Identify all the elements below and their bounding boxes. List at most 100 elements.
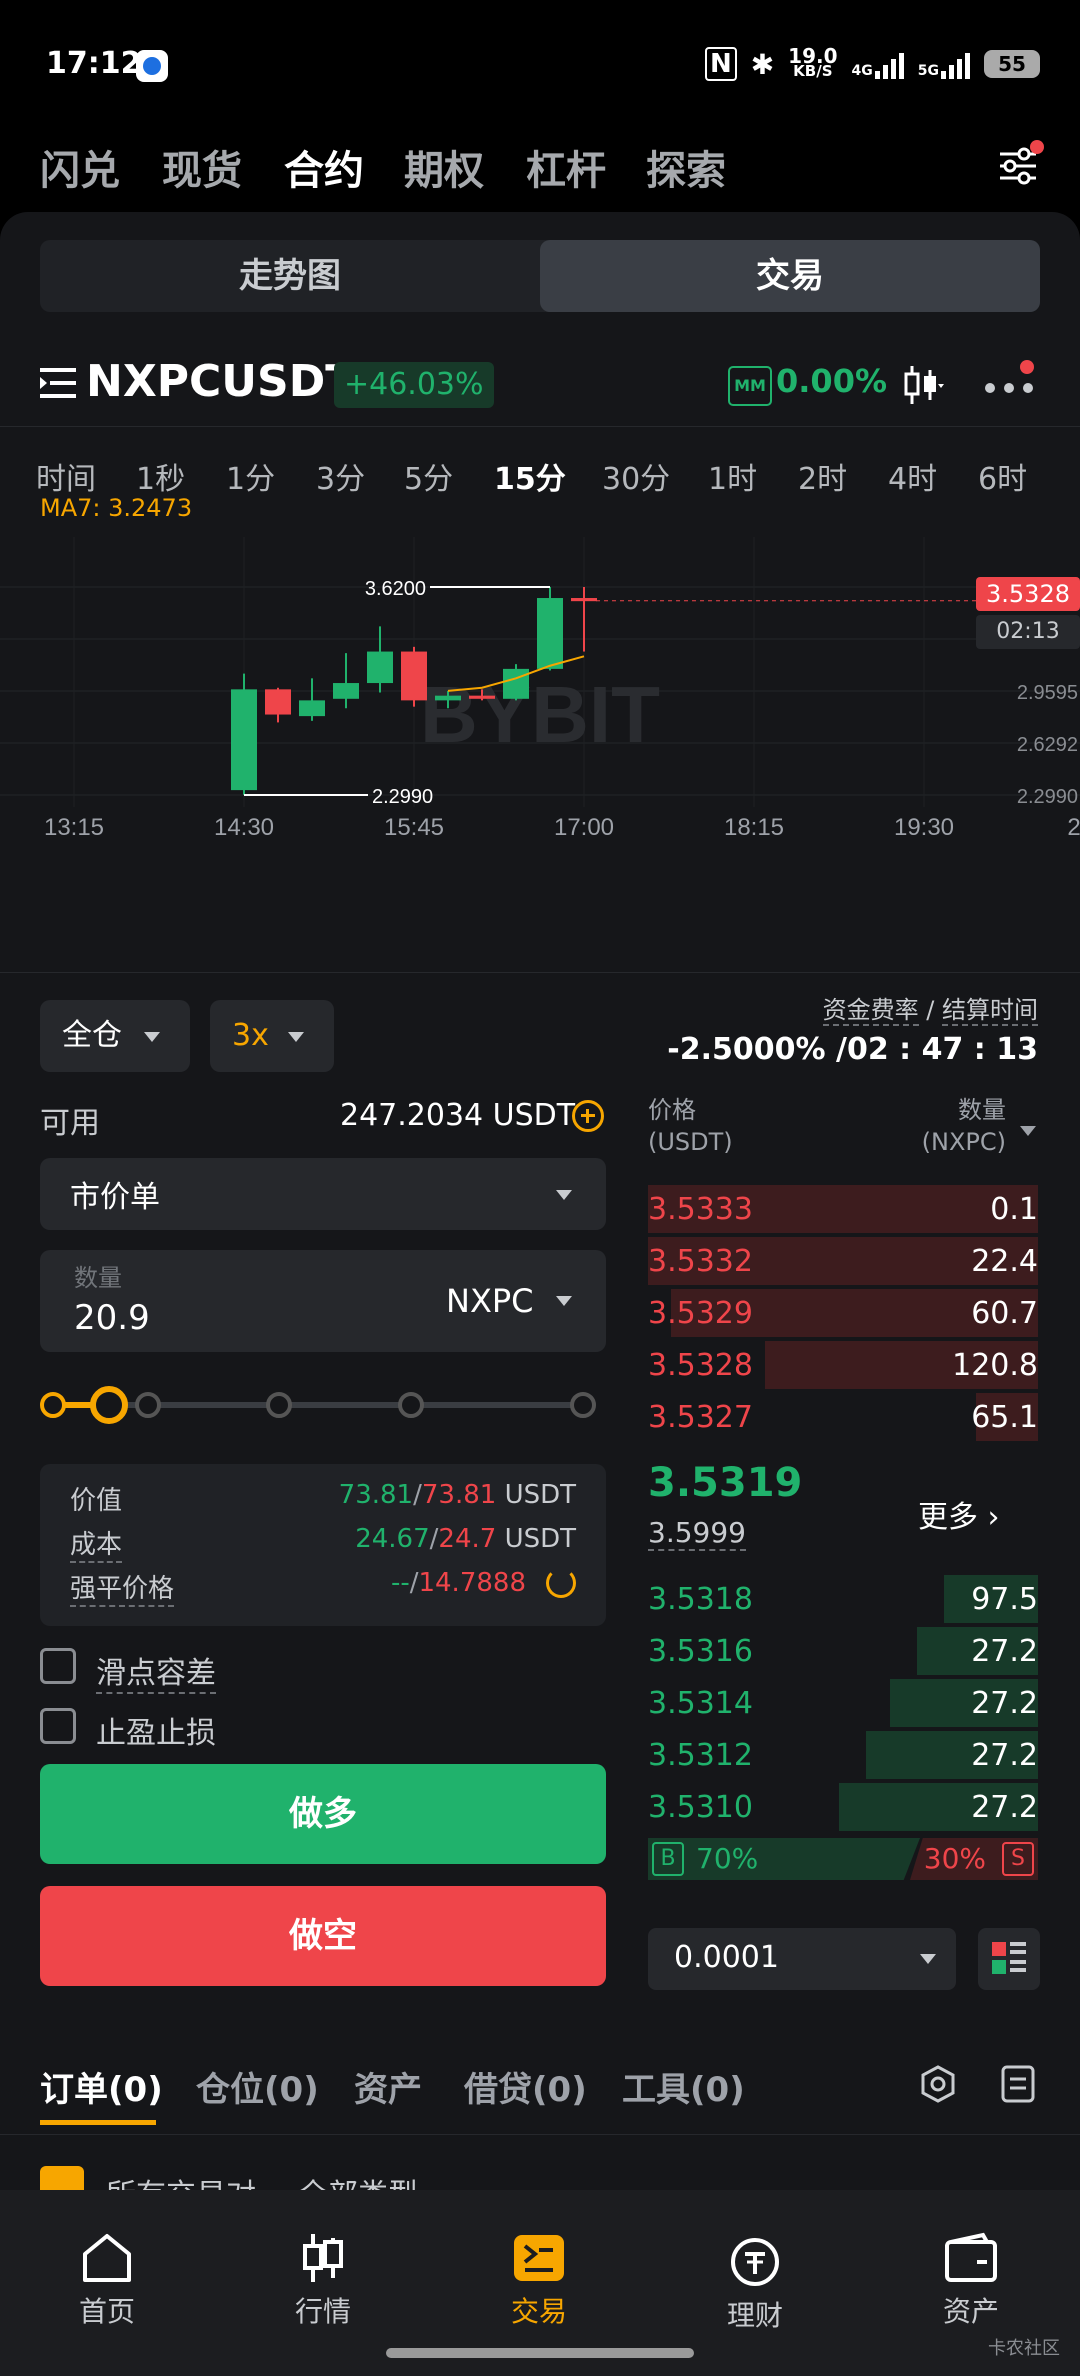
order-tabs: 订单(0) 仓位(0) 资产 借贷(0) 工具(0) xyxy=(0,2040,1080,2130)
ob-qty-header[interactable]: 数量 (NXPC) xyxy=(922,1094,1006,1158)
long-button[interactable]: 做多 xyxy=(40,1764,606,1864)
symbol-name[interactable]: NXPCUSDT xyxy=(86,356,355,407)
tab-tools[interactable]: 工具(0) xyxy=(622,2062,745,2111)
x-tick-label: 2 xyxy=(1067,814,1080,841)
bid-row[interactable]: 3.5318 97.5 xyxy=(648,1574,1038,1624)
nav-home[interactable]: 首页 xyxy=(32,2190,182,2328)
interval-1s[interactable]: 1秒 xyxy=(136,454,185,498)
quantity-field[interactable]: 数量 20.9 NXPC xyxy=(40,1250,606,1352)
tab-orders[interactable]: 订单(0) xyxy=(40,2062,163,2111)
symbol-menu-icon[interactable] xyxy=(40,368,76,398)
nav-trade[interactable]: 交易 xyxy=(464,2190,614,2328)
candle-body xyxy=(333,683,359,699)
ask-row[interactable]: 3.5332 22.4 xyxy=(648,1236,1038,1286)
bid-row[interactable]: 3.5314 27.2 xyxy=(648,1678,1038,1728)
tab-margin[interactable]: 杠杆 xyxy=(526,138,606,196)
ask-row[interactable]: 3.5329 60.7 xyxy=(648,1288,1038,1338)
tpsl-label[interactable]: 止盈止损 xyxy=(96,1708,216,1752)
short-button[interactable]: 做空 xyxy=(40,1886,606,1986)
earn-icon xyxy=(731,2238,779,2286)
y-tick-label: 2.2990 xyxy=(1017,786,1078,808)
tab-spot[interactable]: 现货 xyxy=(162,138,242,196)
bid-row[interactable]: 3.5312 27.2 xyxy=(648,1730,1038,1780)
price-chart[interactable]: BYBIT 3.62002.2990 3.62003.28972.95952.6… xyxy=(0,517,1080,877)
interval-6h[interactable]: 6时 xyxy=(978,454,1027,498)
x-tick-label: 13:15 xyxy=(44,814,104,841)
funding-rate-label[interactable]: 资金费率 / 结算时间 xyxy=(822,990,1038,1026)
segment-chart[interactable]: 走势图 xyxy=(40,240,540,312)
order-type-label: 市价单 xyxy=(70,1180,160,1215)
notification-dot xyxy=(1020,360,1034,374)
interval-2h[interactable]: 2时 xyxy=(798,454,847,498)
ob-qty: 120.8 xyxy=(952,1348,1038,1383)
margin-mode-select[interactable]: 全仓 xyxy=(40,1000,190,1072)
tab-options[interactable]: 期权 xyxy=(404,138,484,196)
bid-row[interactable]: 3.5316 27.2 xyxy=(648,1626,1038,1676)
candlestick-chart[interactable]: BYBIT 3.62002.2990 3.62003.28972.95952.6… xyxy=(0,517,1080,877)
tab-positions[interactable]: 仓位(0) xyxy=(196,2062,319,2111)
cost-label[interactable]: 成本 xyxy=(70,1524,123,1563)
segment-trade[interactable]: 交易 xyxy=(540,240,1040,312)
order-type-select[interactable]: 市价单 xyxy=(40,1158,606,1230)
x-tick-label: 17:00 xyxy=(554,814,614,841)
quantity-input[interactable]: 20.9 xyxy=(74,1298,150,1338)
more-options-icon[interactable] xyxy=(984,382,1034,394)
interval-3m[interactable]: 3分 xyxy=(316,454,365,498)
x-tick-label: 14:30 xyxy=(214,814,274,841)
price-change-badge: +46.03% xyxy=(334,362,494,408)
order-history-icon[interactable] xyxy=(1000,2064,1036,2104)
settings-sliders-icon[interactable] xyxy=(996,140,1044,188)
tab-convert[interactable]: 闪兑 xyxy=(40,138,120,196)
add-funds-icon[interactable] xyxy=(572,1100,604,1132)
ob-more-link[interactable]: 更多 › xyxy=(918,1492,1000,1536)
ob-price: 3.5312 xyxy=(648,1738,753,1773)
nav-earn[interactable]: 理财 xyxy=(680,2190,830,2332)
tab-explore[interactable]: 探索 xyxy=(646,138,726,196)
interval-time[interactable]: 时间 xyxy=(36,454,96,498)
battery-icon: 55 xyxy=(984,50,1040,78)
candlestick-chart-icon[interactable] xyxy=(900,362,946,408)
quantity-unit-select[interactable]: NXPC xyxy=(446,1282,534,1320)
target-settings-icon[interactable] xyxy=(918,2064,958,2104)
tab-futures[interactable]: 合约 xyxy=(284,138,364,196)
chart-watermark: BYBIT xyxy=(420,670,660,759)
refresh-icon[interactable] xyxy=(546,1568,576,1598)
interval-15m[interactable]: 15分 xyxy=(494,454,566,498)
bid-row[interactable]: 3.5310 27.2 xyxy=(648,1782,1038,1832)
ask-row[interactable]: 3.5328 120.8 xyxy=(648,1340,1038,1390)
tab-assets[interactable]: 资产 xyxy=(354,2062,422,2111)
nav-markets[interactable]: 行情 xyxy=(248,2190,398,2328)
ob-mark-price[interactable]: 3.5999 xyxy=(648,1516,746,1551)
precision-select[interactable]: 0.0001 xyxy=(648,1928,956,1990)
ob-price: 3.5328 xyxy=(648,1348,753,1383)
tpsl-checkbox[interactable] xyxy=(40,1708,76,1744)
slippage-label[interactable]: 滑点容差 xyxy=(96,1648,216,1694)
interval-1m[interactable]: 1分 xyxy=(226,454,275,498)
ob-price: 3.5329 xyxy=(648,1296,753,1331)
candle-body xyxy=(231,689,257,791)
margin-mode-label: 全仓 xyxy=(62,1018,122,1053)
home-indicator[interactable] xyxy=(386,2348,694,2358)
ob-price: 3.5318 xyxy=(648,1582,753,1617)
leverage-select[interactable]: 3x xyxy=(210,1000,334,1072)
chevron-down-icon xyxy=(556,1190,572,1200)
orderbook-layout-icon[interactable] xyxy=(978,1928,1040,1990)
interval-1h[interactable]: 1时 xyxy=(708,454,757,498)
interval-4h[interactable]: 4时 xyxy=(888,454,937,498)
candle-countdown: 02:13 xyxy=(976,615,1080,649)
quantity-slider[interactable] xyxy=(40,1384,606,1424)
nav-home-label: 首页 xyxy=(78,2295,135,2328)
nav-markets-label: 行情 xyxy=(294,2295,351,2328)
ask-row[interactable]: 3.5327 65.1 xyxy=(648,1392,1038,1442)
buy-ratio: 70% xyxy=(696,1842,759,1875)
tab-loans[interactable]: 借贷(0) xyxy=(464,2062,587,2111)
ask-row[interactable]: 3.5333 0.1 xyxy=(648,1184,1038,1234)
interval-30m[interactable]: 30分 xyxy=(602,454,670,498)
mm-badge[interactable]: MM xyxy=(728,366,772,406)
slider-handle[interactable] xyxy=(90,1386,128,1424)
nav-assets[interactable]: 资产 xyxy=(896,2190,1046,2328)
interval-5m[interactable]: 5分 xyxy=(404,454,453,498)
liq-price-label[interactable]: 强平价格 xyxy=(70,1568,175,1607)
chevron-down-icon xyxy=(1020,1126,1036,1136)
slippage-checkbox[interactable] xyxy=(40,1648,76,1684)
